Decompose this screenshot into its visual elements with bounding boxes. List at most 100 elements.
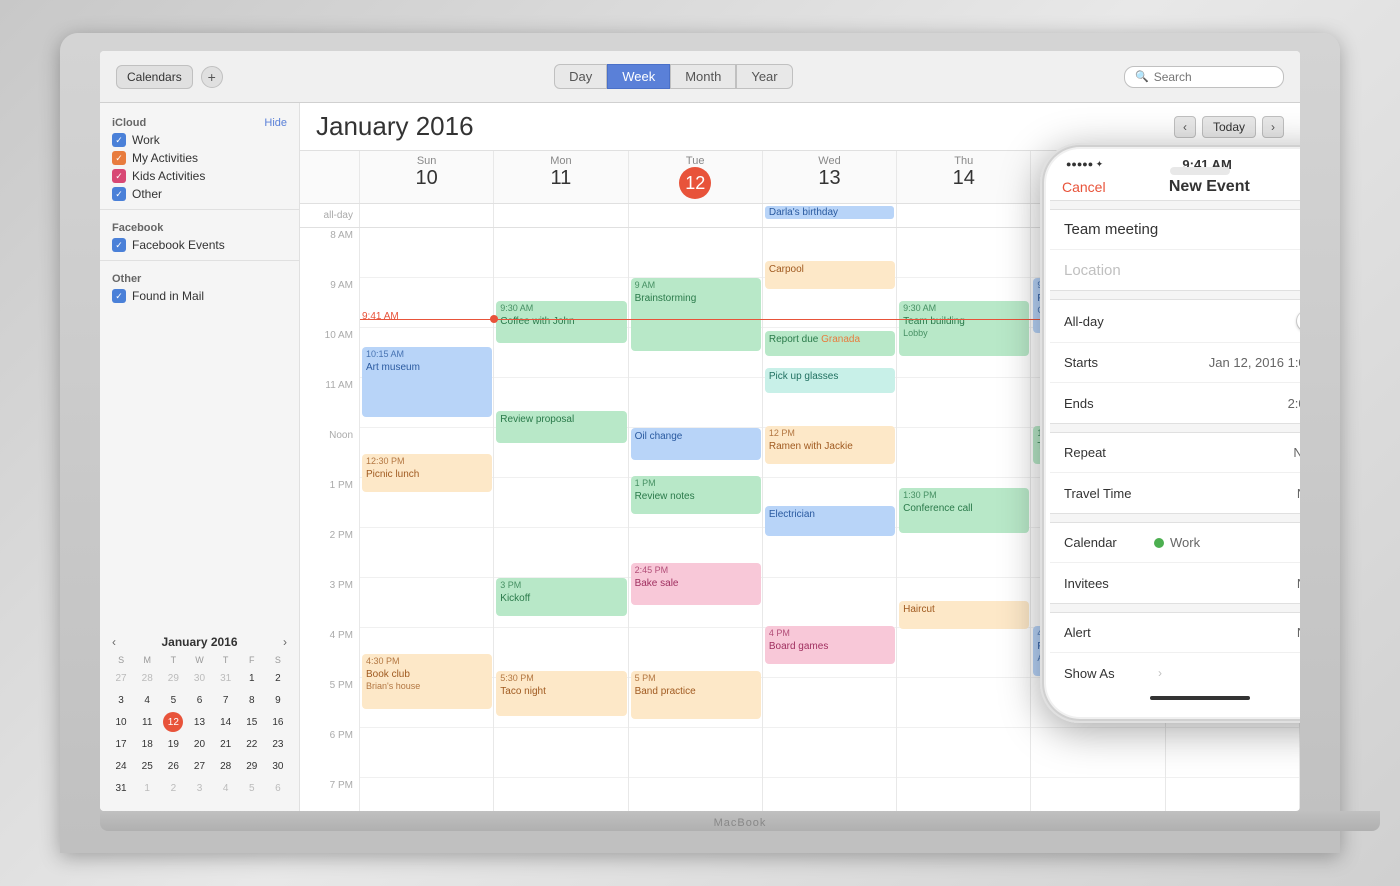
- day-col-sun-14[interactable]: [360, 528, 494, 578]
- day-col-mon-12[interactable]: [494, 428, 628, 478]
- iphone-event-name-field[interactable]: [1050, 210, 1300, 250]
- day-col-thu-10[interactable]: [897, 328, 1031, 378]
- day-col-tue-8[interactable]: [629, 228, 763, 278]
- mini-cal-day[interactable]: 4: [137, 690, 157, 710]
- day-col-sun-10[interactable]: [360, 328, 494, 378]
- search-input[interactable]: [1154, 70, 1274, 84]
- day-col-wed-11[interactable]: [763, 378, 897, 428]
- day-col-sat-18[interactable]: [1166, 728, 1300, 778]
- iphone-allday-toggle[interactable]: [1296, 310, 1300, 332]
- sidebar-item-kids-activities[interactable]: ✓ Kids Activities: [100, 167, 299, 185]
- sidebar-item-work[interactable]: ✓ Work: [100, 131, 299, 149]
- mini-cal-day[interactable]: 5: [242, 778, 262, 798]
- day-col-mon-9[interactable]: [494, 278, 628, 328]
- facebook-events-checkbox[interactable]: ✓: [112, 238, 126, 252]
- day-col-tue-12[interactable]: [629, 428, 763, 478]
- all-day-cell-sun[interactable]: [360, 204, 494, 227]
- day-col-thu-15[interactable]: [897, 578, 1031, 628]
- all-day-cell-thu[interactable]: [897, 204, 1031, 227]
- day-col-fri-18[interactable]: [1031, 728, 1165, 778]
- mini-cal-day[interactable]: 1: [137, 778, 157, 798]
- view-day-button[interactable]: Day: [554, 64, 607, 89]
- day-col-sat-19[interactable]: [1166, 778, 1300, 811]
- iphone-home-indicator[interactable]: [1150, 696, 1250, 700]
- mini-cal-day[interactable]: 28: [137, 668, 157, 688]
- day-col-thu-9[interactable]: [897, 278, 1031, 328]
- kids-activities-checkbox[interactable]: ✓: [112, 169, 126, 183]
- mini-cal-day[interactable]: 23: [268, 734, 288, 754]
- hide-button[interactable]: Hide: [264, 117, 287, 129]
- view-year-button[interactable]: Year: [736, 64, 792, 89]
- mini-cal-day[interactable]: 16: [268, 712, 288, 732]
- iphone-cancel-button[interactable]: Cancel: [1062, 179, 1106, 195]
- day-col-sun-11[interactable]: [360, 378, 494, 428]
- day-col-tue-10[interactable]: [629, 328, 763, 378]
- day-col-tue-13[interactable]: [629, 478, 763, 528]
- iphone-allday-field[interactable]: All-day: [1050, 300, 1300, 343]
- day-col-tue-11[interactable]: [629, 378, 763, 428]
- all-day-cell-mon[interactable]: [494, 204, 628, 227]
- mini-cal-day[interactable]: 9: [268, 690, 288, 710]
- day-col-sun-16[interactable]: [360, 628, 494, 678]
- day-col-wed-13[interactable]: [763, 478, 897, 528]
- day-col-thu-19[interactable]: [897, 778, 1031, 811]
- mini-cal-day[interactable]: 31: [111, 778, 131, 798]
- sidebar-item-facebook-events[interactable]: ✓ Facebook Events: [100, 236, 299, 254]
- iphone-travel-field[interactable]: Travel Time None ›: [1050, 473, 1300, 513]
- day-col-sun-8[interactable]: [360, 228, 494, 278]
- mini-cal-day[interactable]: 7: [216, 690, 236, 710]
- mini-cal-day[interactable]: 30: [268, 756, 288, 776]
- day-col-tue-14[interactable]: [629, 528, 763, 578]
- mini-cal-day[interactable]: 11: [137, 712, 157, 732]
- mini-cal-day[interactable]: 10: [111, 712, 131, 732]
- day-col-sun-19[interactable]: [360, 778, 494, 811]
- day-col-mon-14[interactable]: [494, 528, 628, 578]
- day-col-thu-14[interactable]: [897, 528, 1031, 578]
- day-col-fri-19[interactable]: [1031, 778, 1165, 811]
- day-col-wed-10[interactable]: [763, 328, 897, 378]
- mini-cal-day[interactable]: 20: [189, 734, 209, 754]
- mini-cal-day[interactable]: 22: [242, 734, 262, 754]
- day-col-sun-15[interactable]: [360, 578, 494, 628]
- mini-cal-day[interactable]: 25: [137, 756, 157, 776]
- prev-arrow[interactable]: ‹: [1174, 116, 1196, 138]
- day-col-mon-19[interactable]: [494, 778, 628, 811]
- day-col-thu-17[interactable]: [897, 678, 1031, 728]
- mini-cal-day[interactable]: 4: [216, 778, 236, 798]
- day-col-sun-13[interactable]: [360, 478, 494, 528]
- day-col-thu-11[interactable]: [897, 378, 1031, 428]
- mini-cal-day[interactable]: 2: [163, 778, 183, 798]
- add-calendar-button[interactable]: +: [201, 66, 223, 88]
- mini-cal-day[interactable]: 29: [163, 668, 183, 688]
- mini-cal-day[interactable]: 24: [111, 756, 131, 776]
- iphone-invitees-field[interactable]: Invitees None ›: [1050, 563, 1300, 603]
- day-col-sun-18[interactable]: [360, 728, 494, 778]
- other-checkbox[interactable]: ✓: [112, 187, 126, 201]
- day-col-tue-16[interactable]: [629, 628, 763, 678]
- mini-cal-day[interactable]: 28: [216, 756, 236, 776]
- day-col-tue-18[interactable]: [629, 728, 763, 778]
- iphone-location-field[interactable]: Location: [1050, 250, 1300, 290]
- work-checkbox[interactable]: ✓: [112, 133, 126, 147]
- day-col-wed-12[interactable]: [763, 428, 897, 478]
- day-col-thu-8[interactable]: [897, 228, 1031, 278]
- day-col-sun-17[interactable]: [360, 678, 494, 728]
- iphone-repeat-field[interactable]: Repeat Never ›: [1050, 433, 1300, 473]
- mini-cal-day[interactable]: 18: [137, 734, 157, 754]
- day-col-tue-19[interactable]: [629, 778, 763, 811]
- day-col-tue-17[interactable]: [629, 678, 763, 728]
- iphone-starts-field[interactable]: Starts Jan 12, 2016 1:00 PM: [1050, 343, 1300, 383]
- my-activities-checkbox[interactable]: ✓: [112, 151, 126, 165]
- day-col-tue-15[interactable]: [629, 578, 763, 628]
- mini-cal-day[interactable]: 2: [268, 668, 288, 688]
- day-col-mon-8[interactable]: [494, 228, 628, 278]
- day-col-sun-12[interactable]: [360, 428, 494, 478]
- day-col-wed-9[interactable]: [763, 278, 897, 328]
- day-col-wed-14[interactable]: [763, 528, 897, 578]
- day-col-mon-13[interactable]: [494, 478, 628, 528]
- iphone-calendar-field[interactable]: Calendar Work ›: [1050, 523, 1300, 563]
- mini-cal-day[interactable]: 6: [189, 690, 209, 710]
- day-col-wed-17[interactable]: [763, 678, 897, 728]
- mini-cal-day[interactable]: 6: [268, 778, 288, 798]
- view-month-button[interactable]: Month: [670, 64, 736, 89]
